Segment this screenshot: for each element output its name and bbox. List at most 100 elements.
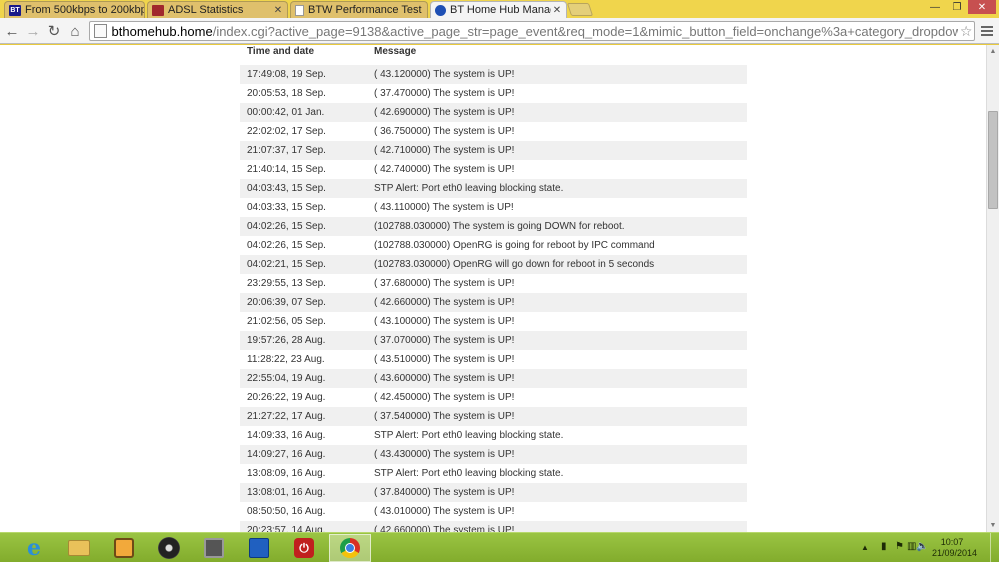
event-time-cell: 21:02:56, 05 Sep. (247, 316, 326, 327)
event-message-cell: ( 42.660000) The system is UP! (374, 525, 515, 532)
table-row: 04:02:26, 15 Sep. (102788.030000) The sys… (240, 217, 747, 236)
bookmark-star-icon[interactable]: ☆ (958, 23, 974, 40)
table-row: 08:50:50, 16 Aug. ( 43.010000) The system… (240, 502, 747, 521)
scroll-thumb[interactable] (988, 111, 998, 209)
event-time-cell: 22:55:04, 19 Aug. (247, 373, 326, 384)
clock-date: 21/09/2014 (932, 548, 978, 558)
event-time-cell: 20:05:53, 18 Sep. (247, 88, 326, 99)
taskbar-power-app[interactable]: ⏻ (283, 534, 325, 562)
event-message-cell: ( 42.740000) The system is UP! (374, 164, 515, 175)
event-message-cell: ( 43.600000) The system is UP! (374, 373, 515, 384)
event-time-cell: 13:08:01, 16 Aug. (247, 487, 326, 498)
event-time-cell: 11:28:22, 23 Aug. (247, 354, 325, 365)
event-time-cell: 20:06:39, 07 Sep. (247, 297, 326, 308)
event-message-cell: ( 37.540000) The system is UP! (374, 411, 515, 422)
restore-button[interactable]: ❐ (946, 0, 968, 14)
column-header-time: Time and date (247, 46, 315, 57)
new-tab-button[interactable] (566, 3, 594, 16)
taskbar-chrome[interactable] (329, 534, 371, 562)
event-time-cell: 04:03:43, 15 Sep. (247, 183, 326, 194)
event-time-cell: 14:09:33, 16 Aug. (247, 430, 326, 441)
event-message-cell: ( 43.100000) The system is UP! (374, 316, 515, 327)
menu-bar-icon (981, 30, 993, 32)
clock-time: 10:07 (940, 537, 964, 547)
event-message-cell: ( 43.010000) The system is UP! (374, 506, 515, 517)
event-time-cell: 04:03:33, 15 Sep. (247, 202, 326, 213)
action-center-flag-icon[interactable]: ⚑ (895, 541, 904, 552)
scroll-up-arrow-icon[interactable]: ▲ (987, 45, 999, 58)
chrome-menu-button[interactable] (979, 22, 995, 40)
show-desktop-button[interactable] (990, 533, 999, 562)
vertical-scrollbar[interactable]: ▲ ▼ (986, 45, 999, 532)
address-path: /index.cgi?active_page=9138&active_page_… (212, 23, 959, 39)
taskbar-disc-player[interactable] (148, 534, 190, 562)
close-window-button[interactable]: ✕ (968, 0, 996, 14)
event-message-cell: STP Alert: Port eth0 leaving blocking st… (374, 183, 564, 194)
event-message-cell: ( 42.710000) The system is UP! (374, 145, 515, 156)
home-button[interactable]: ⌂ (65, 21, 85, 41)
table-row: 20:23:57, 14 Aug. ( 42.660000) The system… (240, 521, 747, 532)
event-time-cell: 04:02:21, 15 Sep. (247, 259, 326, 270)
event-time-cell: 20:26:22, 19 Aug. (247, 392, 326, 403)
back-button[interactable]: ← (2, 21, 22, 41)
tray-expand-icon[interactable]: ▲ (861, 543, 869, 552)
power-app-icon: ⏻ (294, 538, 314, 558)
tab-close-icon[interactable]: ✕ (551, 5, 563, 16)
minimize-button[interactable]: — (924, 0, 946, 14)
taskbar-internet-explorer[interactable]: e (13, 534, 55, 562)
forward-button[interactable]: → (23, 21, 43, 41)
tab-close-icon[interactable]: ✕ (272, 5, 284, 16)
column-header-message: Message (374, 46, 417, 57)
bthomehub-icon (435, 4, 446, 16)
event-time-cell: 00:00:42, 01 Jan. (247, 107, 325, 118)
volume-icon[interactable]: 🔈 (916, 541, 928, 552)
event-message-cell: STP Alert: Port eth0 leaving blocking st… (374, 468, 564, 479)
event-message-cell: ( 42.660000) The system is UP! (374, 297, 515, 308)
event-message-cell: ( 43.510000) The system is UP! (374, 354, 515, 365)
taskbar-network-app[interactable] (238, 534, 280, 562)
tab-bt-speed[interactable]: BT From 500kbps to 200kbps (4, 1, 145, 18)
event-time-cell: 17:49:08, 19 Sep. (247, 69, 326, 80)
table-row: 13:08:09, 16 Aug. STP Alert: Port eth0 le… (240, 464, 747, 483)
taskbar-file-explorer[interactable] (58, 534, 100, 562)
reload-button[interactable]: ↻ (44, 21, 64, 41)
disc-player-icon (158, 537, 180, 559)
event-time-cell: 21:40:14, 15 Sep. (247, 164, 326, 175)
event-time-cell: 14:09:27, 16 Aug. (247, 449, 326, 460)
table-row: 19:57:26, 28 Aug. ( 37.070000) The system… (240, 331, 747, 350)
tab-btw-performance[interactable]: BTW Performance Test (290, 1, 428, 18)
taskbar-video-editor[interactable] (193, 534, 235, 562)
battery-icon[interactable]: ▮ (881, 541, 887, 552)
event-message-cell: ( 42.690000) The system is UP! (374, 107, 515, 118)
event-message-cell: STP Alert: Port eth0 leaving blocking st… (374, 430, 564, 441)
internet-explorer-icon: e (27, 535, 41, 561)
table-row: 22:55:04, 19 Aug. ( 43.600000) The system… (240, 369, 747, 388)
file-explorer-icon (68, 540, 90, 556)
event-message-cell: ( 43.110000) The system is UP! (374, 202, 514, 213)
tab-bt-home-hub-manager[interactable]: BT Home Hub Manager - ✕ (430, 1, 567, 18)
address-bar[interactable]: bthomehub.home /index.cgi?active_page=91… (89, 21, 975, 41)
event-time-cell: 22:02:02, 17 Sep. (247, 126, 326, 137)
event-time-cell: 13:08:09, 16 Aug. (247, 468, 326, 479)
tab-strip: BT From 500kbps to 200kbps ADSL Statisti… (0, 0, 999, 18)
chrome-icon (340, 538, 360, 558)
tab-adsl-statistics[interactable]: ADSL Statistics ✕ (147, 1, 288, 18)
scroll-down-arrow-icon[interactable]: ▼ (987, 519, 999, 532)
network-app-icon (249, 538, 269, 558)
table-row: 00:00:42, 01 Jan. ( 42.690000) The system… (240, 103, 747, 122)
event-time-cell: 20:23:57, 14 Aug. (247, 525, 326, 532)
event-time-cell: 21:07:37, 17 Sep. (247, 145, 326, 156)
event-message-cell: ( 37.070000) The system is UP! (374, 335, 515, 346)
event-log-body: 17:49:08, 19 Sep. ( 43.120000) The system… (240, 65, 747, 532)
menu-bar-icon (981, 26, 993, 28)
table-row: 21:07:37, 17 Sep. ( 42.710000) The system… (240, 141, 747, 160)
table-row: 04:03:33, 15 Sep. ( 43.110000) The system… (240, 198, 747, 217)
taskbar-clock[interactable]: 10:07 21/09/2014 (932, 537, 978, 559)
event-time-cell: 19:57:26, 28 Aug. (247, 335, 326, 346)
table-row: 14:09:27, 16 Aug. ( 43.430000) The system… (240, 445, 747, 464)
table-row: 21:02:56, 05 Sep. ( 43.100000) The system… (240, 312, 747, 331)
table-row: 21:27:22, 17 Aug. ( 37.540000) The system… (240, 407, 747, 426)
event-time-cell: 21:27:22, 17 Aug. (247, 411, 326, 422)
taskbar-media-player[interactable] (103, 534, 145, 562)
table-row: 17:49:08, 19 Sep. ( 43.120000) The system… (240, 65, 747, 84)
